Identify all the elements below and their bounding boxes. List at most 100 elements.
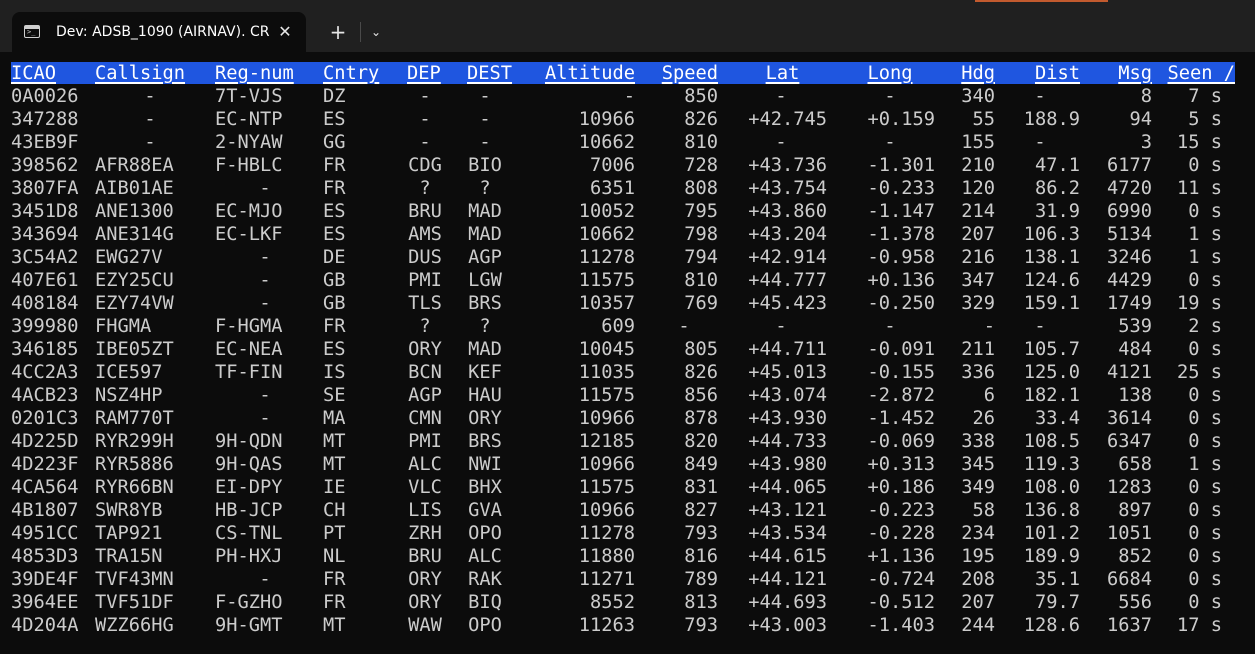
cell-altitude: 11880: [578, 546, 635, 567]
tab-separator: [360, 22, 361, 42]
cell-dest: ORY: [468, 408, 502, 429]
table-row: 4CA564 RYR66BN EI-DPY IE VLC BHX 11575 831 +44.0…: [0, 476, 1255, 499]
cell-lat: +43.860: [748, 201, 827, 222]
cell-hdg: 120: [961, 178, 995, 199]
table-row: 408184 EZY74VW - GB TLS BRS 10357 769 +45.423 -0.…: [0, 292, 1255, 315]
cell-callsign: AIB01AE: [95, 178, 174, 199]
cell-long: +0.136: [867, 270, 935, 291]
cell-altitude: 10966: [578, 454, 635, 475]
cell-dep: ORY: [408, 339, 442, 360]
cell-icao: 3807FA: [11, 178, 79, 199]
cell-country: GB: [323, 270, 346, 291]
header-dist: Dist: [1034, 63, 1080, 84]
cell-dep: DUS: [408, 247, 442, 268]
terminal-tab[interactable]: >_ Dev: ADSB_1090 (AIRNAV). CR ✕: [12, 12, 306, 52]
cell-altitude: -: [623, 86, 635, 107]
cell-icao: 3C54A2: [11, 247, 79, 268]
cell-speed: 816: [684, 546, 718, 567]
cell-long: -0.155: [867, 362, 935, 383]
cell-country: DZ: [323, 86, 346, 107]
cell-reg-num: 9H-QAS: [215, 454, 283, 475]
table-row: 4ACB23 NSZ4HP - SE AGP HAU 11575 856 +43.074 -2.8…: [0, 384, 1255, 407]
new-tab-button[interactable]: +: [324, 18, 352, 46]
cell-msg: 1051: [1106, 523, 1152, 544]
cell-icao: 4B1807: [11, 500, 79, 521]
cell-seen: 0 s: [1188, 408, 1222, 429]
cell-seen: 17 s: [1176, 615, 1222, 636]
cell-msg: 6347: [1106, 431, 1152, 452]
cell-dist: 101.2: [1023, 523, 1080, 544]
cell-callsign: RAM770T: [95, 408, 174, 429]
cell-country: DE: [323, 247, 346, 268]
cell-dep: ALC: [408, 454, 442, 475]
table-row: 3451D8 ANE1300 EC-MJO ES BRU MAD 10052 795 +43.8…: [0, 200, 1255, 223]
cell-altitude: 10966: [578, 500, 635, 521]
close-tab-button[interactable]: ✕: [274, 21, 296, 43]
cell-dep: CDG: [408, 155, 442, 176]
cell-callsign: -: [144, 109, 156, 130]
cell-speed: 813: [684, 592, 718, 613]
table-row: 4D204A WZZ66HG 9H-GMT MT WAW OPO 11263 793 +43.0…: [0, 614, 1255, 637]
cell-hdg: 210: [961, 155, 995, 176]
cell-icao: 347288: [11, 109, 79, 130]
cell-dep: -: [419, 109, 431, 130]
cell-msg: 138: [1118, 385, 1152, 406]
cell-dep: -: [419, 132, 431, 153]
cell-dep: TLS: [408, 293, 442, 314]
cell-msg: 1283: [1106, 477, 1152, 498]
cell-dep: ?: [419, 178, 431, 199]
cell-dist: 79.7: [1034, 592, 1080, 613]
cell-dest: OPO: [468, 615, 502, 636]
cell-dist: 125.0: [1023, 362, 1080, 383]
cell-country: ES: [323, 109, 346, 130]
chevron-down-icon[interactable]: ⌄: [364, 18, 388, 46]
cell-lat: -: [775, 316, 787, 337]
cell-reg-num: PH-HXJ: [215, 546, 283, 567]
cell-hdg: 211: [961, 339, 995, 360]
cell-altitude: 11278: [578, 247, 635, 268]
cell-dep: ORY: [408, 592, 442, 613]
cell-speed: 808: [684, 178, 718, 199]
cell-altitude: 10357: [578, 293, 635, 314]
cell-callsign: -: [144, 132, 156, 153]
tab-title: Dev: ADSB_1090 (AIRNAV). CR: [56, 24, 270, 40]
cell-seen: 1 s: [1188, 454, 1222, 475]
cell-altitude: 11278: [578, 523, 635, 544]
cell-hdg: 347: [961, 270, 995, 291]
cell-lat: +44.733: [748, 431, 827, 452]
table-row: 346185 IBE05ZT EC-NEA ES ORY MAD 10045 805 +44.7…: [0, 338, 1255, 361]
cell-altitude: 11263: [578, 615, 635, 636]
cell-country: FR: [323, 592, 346, 613]
cell-dep: VLC: [408, 477, 442, 498]
cell-icao: 43EB9F: [11, 132, 79, 153]
cell-hdg: 55: [972, 109, 995, 130]
cell-hdg: 244: [961, 615, 995, 636]
cell-country: MT: [323, 431, 346, 452]
terminal-output[interactable]: ICAO Callsign Reg-num Cntry DEP DEST Altitude S…: [0, 52, 1255, 654]
cell-dist: 31.9: [1034, 201, 1080, 222]
cell-icao: 4D225D: [11, 431, 79, 452]
table-row: 398562 AFR88EA F-HBLC FR CDG BIO 7006 728 +43.73…: [0, 154, 1255, 177]
cell-reg-num: EC-MJO: [215, 201, 283, 222]
table-row: 399980 FHGMA F-HGMA FR?? 609 - - - - - 539 2 s: [0, 315, 1255, 338]
cell-dep: AMS: [408, 224, 442, 245]
cell-seen: 5 s: [1188, 109, 1222, 130]
cell-callsign: RYR5886: [95, 454, 174, 475]
cell-lat: +43.754: [748, 178, 827, 199]
cell-msg: 658: [1118, 454, 1152, 475]
cell-altitude: 609: [601, 316, 635, 337]
cell-msg: 4720: [1106, 178, 1152, 199]
cell-lat: +44.693: [748, 592, 827, 613]
cell-dist: 47.1: [1034, 155, 1080, 176]
table-row: 4D225D RYR299H 9H-QDN MT PMI BRS 12185 820 +44.7…: [0, 430, 1255, 453]
cell-speed: 827: [684, 500, 718, 521]
cell-reg-num: EC-LKF: [215, 224, 283, 245]
cell-long: -0.250: [867, 293, 935, 314]
cell-seen: 7 s: [1188, 86, 1222, 107]
cell-country: IS: [323, 362, 346, 383]
cell-icao: 3451D8: [11, 201, 79, 222]
cell-seen: 19 s: [1176, 293, 1222, 314]
cell-dep: BRU: [408, 546, 442, 567]
cell-hdg: 6: [983, 385, 995, 406]
cell-callsign: EWG27V: [95, 247, 163, 268]
